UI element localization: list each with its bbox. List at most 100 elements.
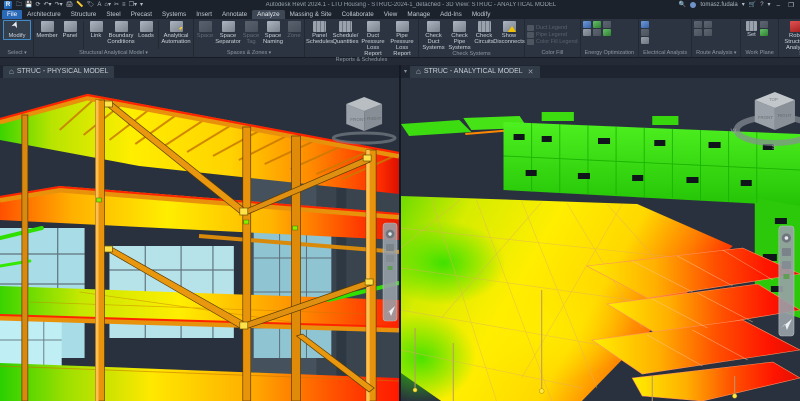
- generate-icon[interactable]: [593, 21, 601, 28]
- panel-workplane-label[interactable]: Work Plane: [743, 50, 775, 57]
- energy-settings-icon[interactable]: [583, 21, 591, 28]
- undo-icon[interactable]: ↶▾: [44, 2, 52, 8]
- navigation-bar-physical[interactable]: [383, 223, 397, 321]
- show-work-plane-icon[interactable]: [760, 21, 768, 28]
- panel-select-label[interactable]: Select: [3, 50, 31, 57]
- navigation-bar-analytical[interactable]: [779, 226, 794, 336]
- loads-button[interactable]: Loads: [136, 20, 156, 39]
- text-icon[interactable]: A: [97, 2, 101, 8]
- close-view-icon[interactable]: ✕: [526, 68, 534, 76]
- ribbon-tab-modify[interactable]: Modify: [467, 10, 496, 19]
- section-icon[interactable]: ✂: [114, 2, 119, 8]
- orbit-icon[interactable]: [388, 266, 393, 270]
- zoom-icon[interactable]: [386, 255, 394, 262]
- ribbon-tab-architecture[interactable]: Architecture: [22, 10, 66, 19]
- multiple-paths-icon[interactable]: [704, 21, 712, 28]
- pan-icon-2[interactable]: [782, 248, 791, 256]
- set-work-plane-button[interactable]: Set: [743, 20, 759, 38]
- ribbon-tab-file[interactable]: File: [2, 10, 22, 19]
- ribbon-tab-massing-site[interactable]: Massing & Site: [285, 10, 337, 19]
- restore-button[interactable]: ❐: [786, 1, 796, 9]
- view-list-chevron-icon[interactable]: ▾: [404, 68, 407, 75]
- ribbon-tab-addins[interactable]: Add-Ins: [435, 10, 467, 19]
- help-chevron-icon[interactable]: ▾: [768, 2, 771, 8]
- ribbon-tab-precast[interactable]: Precast: [126, 10, 157, 19]
- analytical-automation-button[interactable]: Analytical Automation: [161, 20, 191, 45]
- ribbon-tab-steel[interactable]: Steel: [101, 10, 125, 19]
- check-duct-systems-button[interactable]: Check Duct Systems: [421, 20, 446, 51]
- hvac-zones-icon[interactable]: [603, 29, 611, 36]
- tab-struc-physical-model[interactable]: ⌂ STRUC - PHYSICAL MODEL: [3, 66, 114, 78]
- check-pipe-systems-button[interactable]: Check Pipe Systems: [447, 20, 472, 51]
- revit-logo-icon[interactable]: R: [4, 1, 12, 9]
- panel-route-label[interactable]: Route Analysis: [694, 50, 738, 57]
- search-icon[interactable]: 🔍: [679, 2, 686, 8]
- orbit-icon-2[interactable]: [783, 274, 789, 279]
- power-analytical-icon[interactable]: [641, 37, 649, 44]
- ribbon-tab-analyze[interactable]: Analyze: [252, 10, 284, 19]
- optimize-icon[interactable]: [603, 21, 611, 28]
- space-naming-button[interactable]: Space Naming: [261, 20, 285, 45]
- panel-reports-label[interactable]: Reports & Schedules: [307, 57, 416, 64]
- link-button[interactable]: Link: [86, 20, 106, 39]
- open-file-icon[interactable]: 🗀: [16, 2, 22, 8]
- ribbon-tab-annotate[interactable]: Annotate: [217, 10, 252, 19]
- switch-windows-icon[interactable]: ❐▾: [129, 2, 137, 8]
- 3d-view-icon[interactable]: ⌂▾: [104, 2, 111, 8]
- compass-south[interactable]: S: [772, 145, 776, 151]
- ribbon-tab-manage[interactable]: Manage: [402, 10, 435, 19]
- viewcube-right-face-2[interactable]: RIGHT: [778, 113, 792, 118]
- measure-icon[interactable]: 📏: [76, 2, 83, 8]
- thin-lines-icon[interactable]: ≡: [122, 2, 126, 8]
- path-of-travel-icon[interactable]: [694, 21, 702, 28]
- minimize-button[interactable]: –: [775, 2, 783, 9]
- tag-icon[interactable]: 🏷: [87, 2, 95, 8]
- help-icon[interactable]: ?: [760, 2, 763, 8]
- energy-model-icon[interactable]: [583, 29, 591, 36]
- sync-icon[interactable]: ⟳: [36, 2, 41, 8]
- electrical-settings-icon[interactable]: [641, 21, 649, 28]
- save-icon[interactable]: 💾: [25, 2, 32, 8]
- redo-icon[interactable]: ↷▾: [55, 2, 63, 8]
- pipe-pressure-loss-report-button[interactable]: Pipe Pressure Loss Report: [388, 20, 416, 57]
- panel-colorfill-label[interactable]: Color Fill: [527, 50, 578, 57]
- panel-check-label[interactable]: Check Systems: [421, 51, 522, 58]
- ribbon-tab-structure[interactable]: Structure: [66, 10, 102, 19]
- panel-spaces-label[interactable]: Spaces & Zones: [196, 50, 302, 57]
- zoom-icon-2[interactable]: [782, 261, 791, 269]
- ribbon-tab-collaborate[interactable]: Collaborate: [337, 10, 379, 19]
- space-separator-button[interactable]: Space Separator: [215, 20, 241, 45]
- panel-sam-label[interactable]: Structural Analytical Model: [36, 50, 191, 57]
- schedule-quantities-button[interactable]: Schedule/ Quantities: [333, 20, 358, 45]
- tab-struc-analytical-model[interactable]: ⌂ STRUC - ANALYTICAL MODEL ✕: [410, 66, 540, 78]
- panel-button[interactable]: Panel: [59, 20, 81, 39]
- compass-west[interactable]: W: [731, 129, 737, 135]
- check-circuits-button[interactable]: Check Circuits: [473, 20, 495, 45]
- ribbon-tab-systems[interactable]: Systems: [157, 10, 191, 19]
- panel-structural-label[interactable]: Structural Analysis: [781, 51, 800, 58]
- viewcube-top-face[interactable]: TOP: [769, 97, 778, 102]
- panel-electrical-label[interactable]: Electrical Analysis: [641, 50, 689, 57]
- member-button[interactable]: Member: [36, 20, 58, 39]
- viewer-icon[interactable]: [760, 29, 768, 36]
- app-store-icon[interactable]: 🛒: [749, 2, 756, 8]
- physical-model-canvas[interactable]: FRONT RIGHT: [0, 78, 399, 401]
- systems-analysis-icon[interactable]: [593, 29, 601, 36]
- load-analysis-icon[interactable]: [641, 29, 649, 36]
- robot-structural-analysis-button[interactable]: Robot Structural Analysis: [781, 20, 800, 51]
- show-disconnects-button[interactable]: Show Disconnects: [496, 20, 522, 45]
- ribbon-tab-view[interactable]: View: [379, 10, 403, 19]
- user-name[interactable]: tomasz.fudala: [700, 2, 737, 8]
- boundary-conditions-button[interactable]: Boundary Conditions: [107, 20, 135, 45]
- user-menu-chevron-icon[interactable]: ▾: [742, 2, 745, 8]
- customize-qat-icon[interactable]: ▾: [140, 2, 143, 8]
- modify-button[interactable]: Modify: [3, 20, 31, 40]
- viewcube-right-face[interactable]: RIGHT: [367, 116, 381, 121]
- panel-energy-label[interactable]: Energy Optimization: [583, 50, 637, 57]
- analytical-model-canvas[interactable]: W S TOP FRONT RIGHT: [401, 78, 800, 401]
- viewcube-front-face[interactable]: FRONT: [350, 117, 366, 122]
- reveal-obstacles-icon[interactable]: [694, 29, 702, 36]
- ribbon-tab-insert[interactable]: Insert: [191, 10, 217, 19]
- viewcube-front-face-2[interactable]: FRONT: [758, 115, 774, 120]
- panel-schedules-button[interactable]: Panel Schedules: [307, 20, 332, 45]
